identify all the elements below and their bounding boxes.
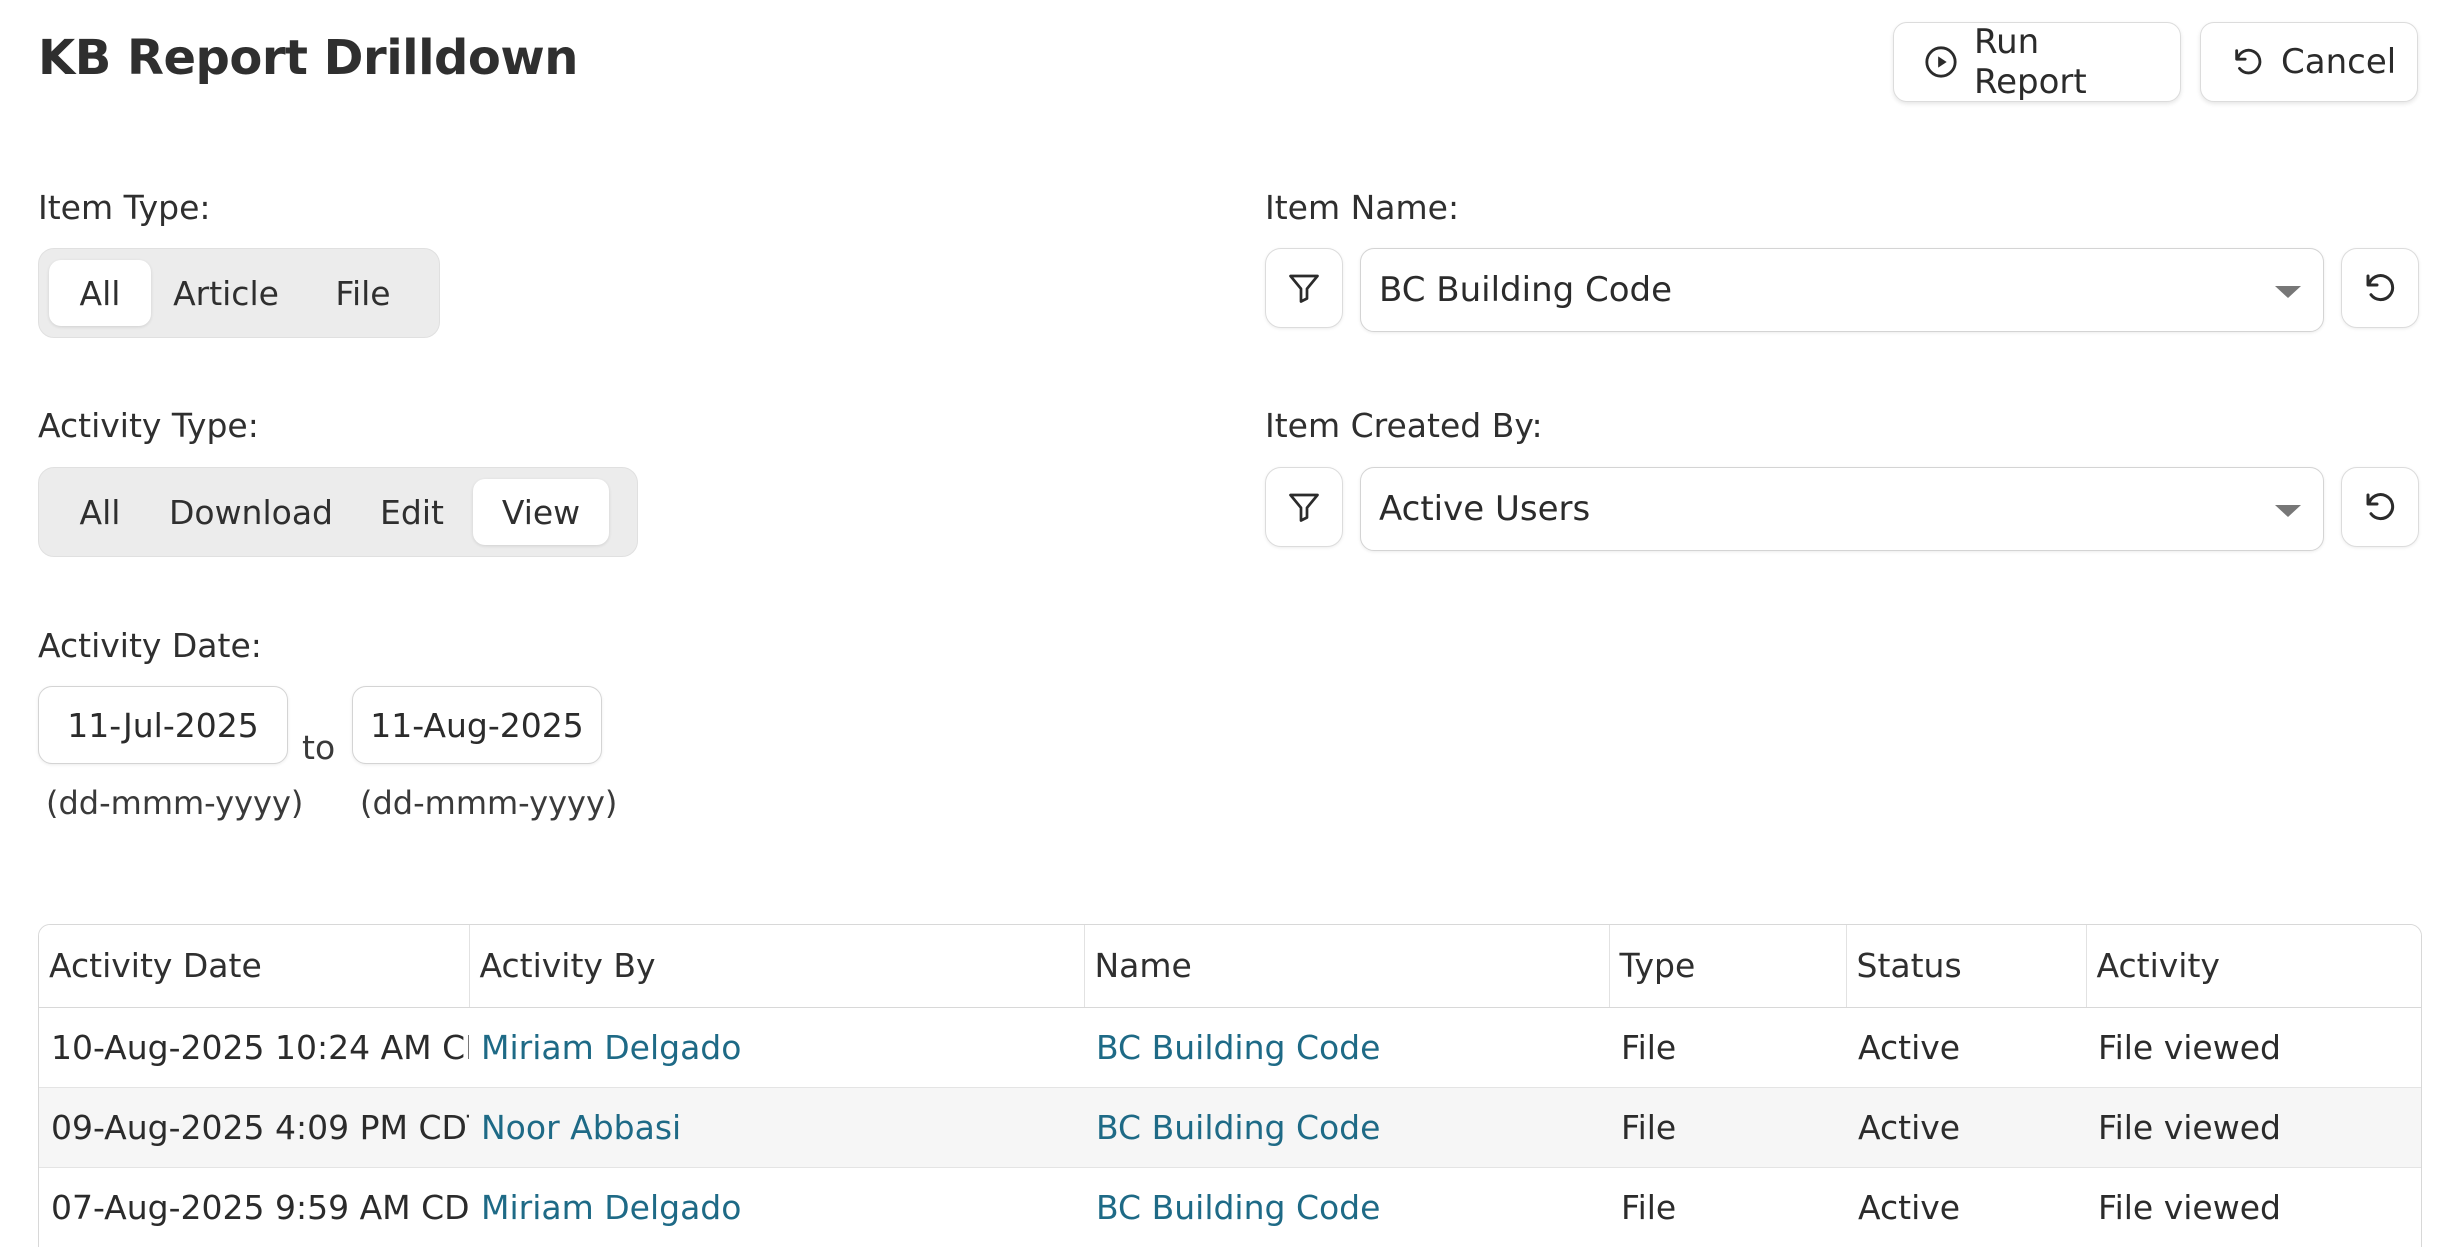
cell-activity-by-link[interactable]: Miriam Delgado [469,1007,1084,1088]
column-header-activity-date[interactable]: Activity Date [39,925,470,1008]
cancel-button[interactable]: Cancel [2200,22,2418,102]
created-by-filter-button[interactable] [1265,467,1343,547]
results-table: Activity Date Activity By Name Type Stat… [38,924,2422,1247]
date-to-format-hint: (dd-mmm-yyyy) [360,784,618,822]
undo-icon [2366,274,2395,302]
column-header-activity-by[interactable]: Activity By [469,925,1085,1008]
item-name-reset-button[interactable] [2341,248,2419,328]
date-range-separator: to [302,728,336,767]
table-row: 10-Aug-2025 10:24 AM CDT Miriam Delgado … [39,1007,2421,1088]
column-header-name[interactable]: Name [1084,925,1610,1008]
activity-type-all[interactable]: All [49,479,151,545]
cell-status: Active [1846,1167,2086,1247]
table-header-row: Activity Date Activity By Name Type Stat… [39,925,2421,1008]
created-by-reset-button[interactable] [2341,467,2419,547]
cell-type: File [1609,1087,1846,1168]
activity-date-from-input[interactable]: 11-Jul-2025 [38,686,288,764]
cell-activity-date: 09-Aug-2025 4:09 PM CDT [39,1087,469,1168]
column-header-type[interactable]: Type [1609,925,1847,1008]
activity-type-label: Activity Type: [38,406,259,445]
page-title: KB Report Drilldown [38,30,578,86]
item-name-select[interactable]: BC Building Code [1360,248,2324,332]
item-name-label: Item Name: [1265,188,1460,227]
activity-date-to-input[interactable]: 11-Aug-2025 [352,686,602,764]
cell-status: Active [1846,1087,2086,1168]
cell-type: File [1609,1167,1846,1247]
cell-name-link[interactable]: BC Building Code [1084,1167,1609,1247]
kb-report-drilldown-page: KB Report Drilldown Run Report Cancel It… [0,0,2462,1247]
funnel-icon [1289,493,1319,522]
cell-activity-date: 10-Aug-2025 10:24 AM CDT [39,1007,469,1088]
funnel-icon [1289,274,1319,303]
item-type-file[interactable]: File [301,260,425,326]
activity-type-edit[interactable]: Edit [351,479,473,545]
item-type-label: Item Type: [38,188,211,227]
undo-icon [2235,48,2262,75]
item-name-filter-button[interactable] [1265,248,1343,328]
activity-type-download[interactable]: Download [151,479,351,545]
caret-down-icon [2275,505,2301,517]
table-row: 09-Aug-2025 4:09 PM CDT Noor Abbasi BC B… [39,1087,2421,1168]
cell-activity-by-link[interactable]: Noor Abbasi [469,1087,1084,1168]
cell-activity-by-link[interactable]: Miriam Delgado [469,1167,1084,1247]
column-header-activity[interactable]: Activity [2086,925,2421,1008]
cell-activity: File viewed [2086,1087,2421,1168]
caret-down-icon [2275,286,2301,298]
item-created-by-value: Active Users [1379,489,1591,529]
cell-type: File [1609,1007,1846,1088]
cell-name-link[interactable]: BC Building Code [1084,1007,1609,1088]
item-type-segmented: All Article File [38,248,440,338]
activity-type-view[interactable]: View [473,479,609,545]
item-created-by-label: Item Created By: [1265,406,1543,445]
activity-date-label: Activity Date: [38,626,262,665]
play-circle-icon [1925,46,1957,78]
activity-type-segmented: All Download Edit View [38,467,638,557]
cell-activity: File viewed [2086,1167,2421,1247]
item-type-all[interactable]: All [49,260,151,326]
cell-status: Active [1846,1007,2086,1088]
cell-activity-date: 07-Aug-2025 9:59 AM CDT [39,1167,469,1247]
column-header-status[interactable]: Status [1846,925,2087,1008]
cancel-label: Cancel [2281,42,2397,82]
run-report-button[interactable]: Run Report [1893,22,2181,102]
table-row: 07-Aug-2025 9:59 AM CDT Miriam Delgado B… [39,1167,2421,1247]
cell-activity: File viewed [2086,1007,2421,1088]
run-report-label: Run Report [1974,22,2087,102]
item-name-value: BC Building Code [1379,270,1673,310]
undo-icon [2366,493,2395,521]
cell-name-link[interactable]: BC Building Code [1084,1087,1609,1168]
item-created-by-select[interactable]: Active Users [1360,467,2324,551]
date-from-format-hint: (dd-mmm-yyyy) [46,784,304,822]
item-type-article[interactable]: Article [151,260,301,326]
